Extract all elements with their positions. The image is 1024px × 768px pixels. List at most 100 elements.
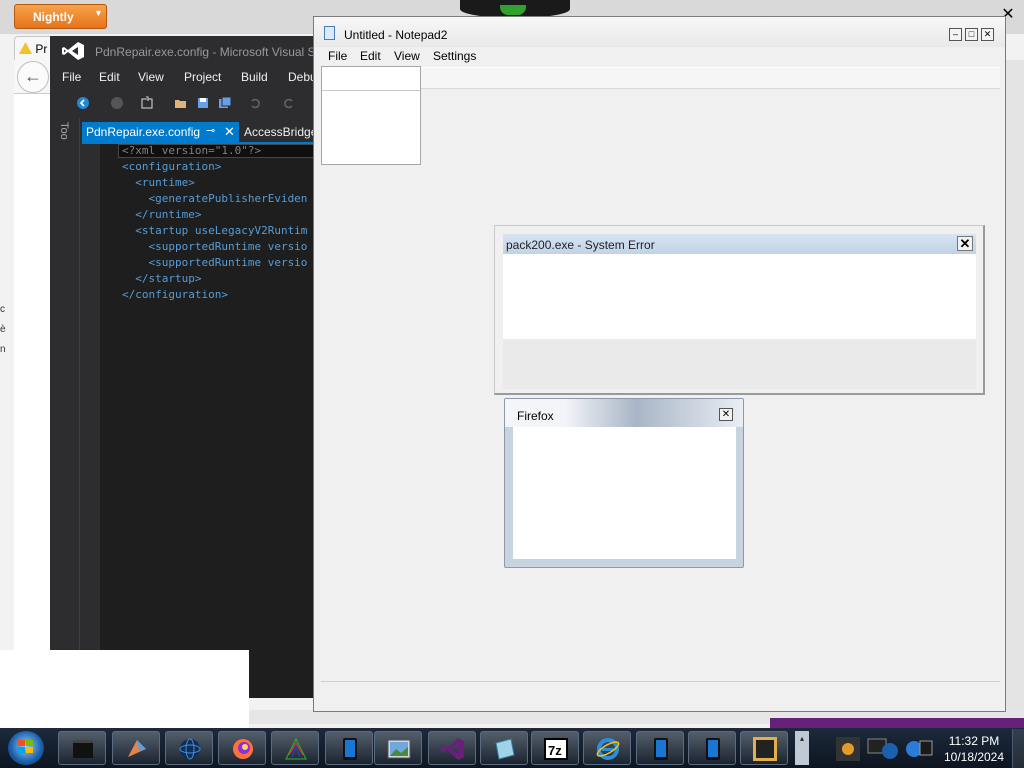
navigate-back-icon[interactable] [76,96,90,110]
warning-icon [19,42,32,54]
firefox-tab-label: Pr [35,42,48,56]
vs-toolbox-label[interactable]: Too [58,122,70,140]
vs-window-title: PdnRepair.exe.config - Microsoft Visual … [95,45,316,59]
np-menu-edit[interactable]: Edit [360,49,381,63]
firefox-menu-label: Nightly [33,10,74,24]
notepad-app-icon [324,26,335,40]
taskbar-app[interactable] [58,731,106,765]
clock-time: 11:32 PM [948,734,1000,748]
error-dialog-titlebar[interactable]: pack200.exe - System Error [503,234,976,254]
np-menu-view[interactable]: View [394,49,420,63]
taskbar-app[interactable] [740,731,788,765]
redo-icon[interactable] [282,96,296,110]
taskbar-app[interactable] [218,731,266,765]
show-desktop-button[interactable] [1012,729,1024,768]
firefox-right-edge [1006,60,1024,720]
taskbar-app[interactable] [112,731,160,765]
chevron-down-icon: ▼ [94,8,103,18]
network-icon[interactable] [866,735,900,763]
save-all-icon[interactable] [218,96,232,110]
left-edge-text: c è n [0,300,8,400]
firefox-menu-button[interactable]: Nightly ▼ [14,4,107,29]
popup-divider [322,90,420,91]
taskbar-app[interactable] [271,731,319,765]
navigate-forward-icon[interactable] [110,96,124,110]
terminal-icon [73,740,93,758]
globe-icon [179,738,201,760]
pin-icon[interactable]: ⊸ [206,124,215,137]
firefox-dialog-titlebar[interactable]: Firefox ✕ [505,399,743,427]
notepad-icon [495,738,515,760]
blank-panel [0,650,249,730]
vs-tab-accessbridge[interactable]: AccessBridge [240,122,314,142]
code-line: </startup> [122,272,202,285]
np-menu-settings[interactable]: Settings [433,49,476,63]
error-dialog-title: pack200.exe - System Error [506,238,655,252]
minimize-icon: – [952,29,958,39]
taskbar-app[interactable]: 7z [531,731,579,765]
taskbar-app[interactable] [636,731,684,765]
vs-menu-file[interactable]: File [62,70,81,84]
minimize-button[interactable]: – [949,28,962,41]
code-line: <startup useLegacyV2Runtim [122,224,308,237]
system-error-dialog: pack200.exe - System Error ✕ [494,225,985,395]
code-line: </configuration> [122,288,228,301]
maximize-icon: □ [968,29,975,39]
taskbar-app[interactable] [325,731,373,765]
code-line: <generatePublisherEviden [122,192,308,205]
system-clock[interactable]: 11:32 PM 10/18/2024 [940,733,1008,765]
code-line: <configuration> [122,160,222,173]
close-button[interactable]: ✕ [981,28,994,41]
taskbar-app[interactable] [165,731,213,765]
media-icon [753,737,777,761]
tablet-icon [654,738,668,760]
firefox-content-area [14,94,50,694]
internet-explorer-icon [596,738,620,760]
graph-icon [285,737,307,760]
picture-viewer-icon [387,739,411,759]
maximize-button[interactable]: □ [965,28,978,41]
taskbar-app[interactable] [480,731,528,765]
notepad2-dropdown-popup[interactable] [321,66,421,165]
save-icon[interactable] [196,96,210,110]
np-menu-file[interactable]: File [328,49,347,63]
firefox-icon [233,739,253,759]
firefox-dialog-close-button[interactable]: ✕ [719,408,733,421]
tablet-icon [706,738,720,760]
notepad2-statusbar [321,681,1000,705]
vs-tab-pdnrepair-config[interactable]: PdnRepair.exe.config ⊸ [82,122,239,142]
svg-text:7z: 7z [548,743,562,758]
notepad2-toolbar [321,67,1000,89]
vs-menubar: File Edit View Project Build Debu [50,66,317,88]
undo-icon[interactable] [248,96,262,110]
taskbar-app[interactable] [583,731,631,765]
close-icon: ✕ [959,236,971,251]
open-file-icon[interactable] [174,96,188,110]
visual-studio-window: PdnRepair.exe.config - Microsoft Visual … [50,36,317,698]
vs-menu-project[interactable]: Project [184,70,221,84]
vs-menu-build[interactable]: Build [241,70,268,84]
vs-titlebar: PdnRepair.exe.config - Microsoft Visual … [50,36,316,66]
close-icon: ✕ [983,29,992,39]
vs-toolbar [50,88,314,118]
back-button[interactable]: ← [17,61,49,93]
code-line: <?xml version="1.0"?> [122,144,262,157]
tray-overflow-button[interactable]: ▴ [795,731,809,765]
close-icon[interactable]: ✕ [224,124,235,140]
code-line: </runtime> [122,208,202,221]
volume-icon[interactable] [904,735,934,763]
taskbar-app[interactable] [374,731,422,765]
taskbar-app[interactable] [428,731,476,765]
tray-app-icon[interactable] [834,735,862,763]
taskbar-app[interactable] [688,731,736,765]
vs-menu-edit[interactable]: Edit [99,70,120,84]
notepad2-menubar: File Edit View Settings [314,48,1005,66]
new-project-icon[interactable] [140,96,154,110]
arrow-left-icon: ← [24,66,42,86]
notepad2-titlebar[interactable]: Untitled - Notepad2 – □ ✕ [314,17,1005,47]
vs-toolbox-panel[interactable] [50,118,80,698]
vs-menu-view[interactable]: View [138,70,164,84]
windows-logo-icon [18,740,33,753]
visual-studio-icon [441,738,464,760]
error-dialog-close-button[interactable]: ✕ [957,236,973,251]
